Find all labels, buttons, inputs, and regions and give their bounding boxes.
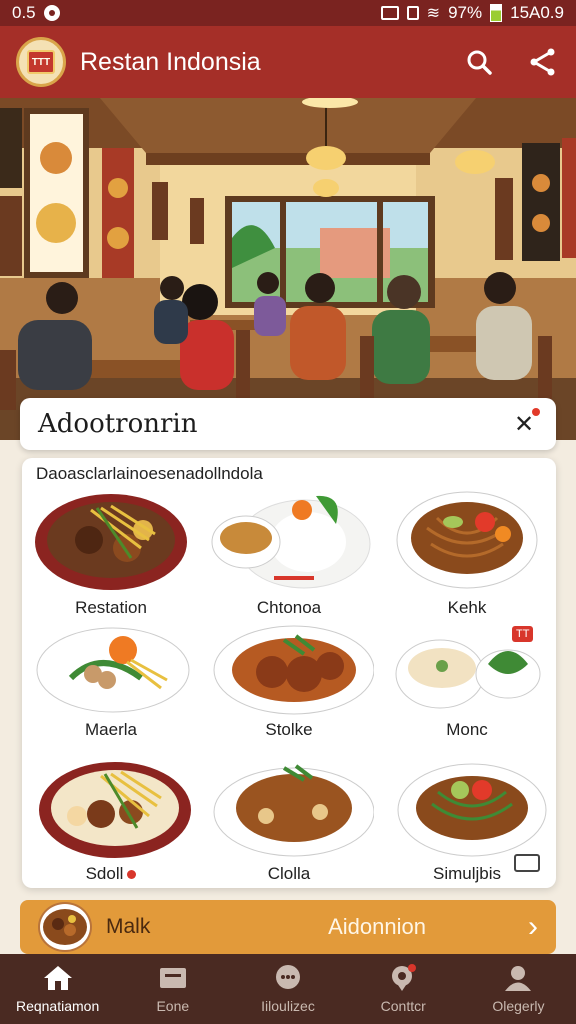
dish-image (397, 763, 547, 857)
notification-icon (43, 5, 60, 21)
notification-dot (532, 408, 540, 416)
search-icon (467, 50, 492, 75)
nav-label: Eone (156, 998, 190, 1014)
dish-card[interactable]: Maerla (22, 618, 200, 740)
nav-item-home[interactable]: Reqnatiamon (0, 954, 115, 1024)
card-icon (158, 964, 188, 992)
dish-badge: TT (512, 626, 534, 642)
dish-card[interactable]: Chtonoa (200, 484, 378, 618)
menu-grid: Daoasclarlainoesenadollndola Restation C… (22, 458, 556, 888)
close-icon: ✕ (513, 410, 535, 438)
dish-label: Maerla (85, 720, 137, 739)
dish-image (396, 491, 538, 589)
nav-label: Conttcr (380, 998, 426, 1014)
home-icon (43, 964, 73, 992)
status-clock: 15A0.9 (510, 3, 564, 22)
chevron-right-icon: › (528, 910, 538, 943)
dish-label-row: Sdoll (86, 864, 137, 884)
sim-icon (406, 6, 419, 20)
nav-item-chat[interactable]: Iiloulizec (230, 954, 345, 1024)
promo-thumbnail (38, 902, 92, 952)
dish-image (211, 495, 371, 589)
restaurant-hero-image (0, 98, 576, 440)
dish-image (36, 627, 190, 713)
logo-emblem: TTT (27, 50, 55, 74)
battery-icon (490, 4, 503, 22)
close-button[interactable]: ✕ (510, 408, 540, 438)
location-pin-icon (388, 964, 418, 992)
battery-percent: 97% (448, 3, 483, 22)
section-header: Adootronrin ✕ (20, 398, 556, 450)
search-button[interactable] (462, 45, 496, 79)
nav-label: Olegerly (492, 998, 545, 1014)
chat-icon[interactable] (514, 854, 540, 872)
mute-icon (380, 6, 399, 20)
wifi-icon: ≋ (426, 5, 441, 22)
dish-image (213, 764, 374, 857)
dish-card[interactable]: Stolke (200, 618, 378, 740)
spicy-indicator (127, 869, 137, 879)
nav-item-location[interactable]: Conttcr (346, 954, 461, 1024)
dish-label: Chtonoa (256, 598, 322, 617)
status-time: 0.5 (12, 3, 36, 22)
status-bar: 0.5 ≋ 97% 15A0.9 (0, 0, 576, 26)
dish-image (213, 625, 374, 715)
share-icon (530, 48, 555, 76)
nav-label: Reqnatiamon (15, 998, 100, 1014)
bottom-nav: Reqnatiamon Eone Iiloulizec Conttcr Oleg… (0, 954, 576, 1024)
dish-card[interactable]: Clolla (200, 754, 378, 884)
dish-card[interactable]: Sdoll (22, 754, 200, 884)
dish-label: Restation (75, 598, 147, 617)
nav-item-people[interactable]: Olegerly (461, 954, 576, 1024)
dish-label: Kehk (447, 598, 487, 617)
section-title: Adootronrin (38, 409, 198, 439)
dish-label: Clolla (267, 864, 311, 883)
dish-card[interactable]: Restation (22, 488, 200, 618)
dish-image (39, 762, 191, 858)
chat-bubble-icon (273, 964, 303, 992)
promo-action: Aidonnion (328, 914, 426, 939)
share-button[interactable] (526, 45, 560, 79)
promo-label: Malk (106, 915, 151, 938)
dish-label: Sdoll (85, 864, 124, 883)
restaurant-logo[interactable]: TTT (16, 37, 66, 87)
dish-image (35, 494, 187, 590)
dish-label: Simuljbis (432, 864, 502, 883)
app-title: Restan Indonsia (80, 47, 261, 76)
menu-subtitle: Daoasclarlainoesenadollndola (36, 464, 263, 483)
people-icon (503, 964, 533, 992)
dish-label: Stolke (265, 720, 313, 739)
promo-bar[interactable]: Malk Aidonnion › (20, 900, 556, 954)
app-bar: TTT Restan Indonsia (0, 26, 576, 98)
dish-label: Monc (446, 720, 488, 739)
dish-card[interactable]: Kehk (378, 488, 556, 618)
nav-item-eone[interactable]: Eone (115, 954, 230, 1024)
nav-label: Iiloulizec (261, 998, 315, 1014)
